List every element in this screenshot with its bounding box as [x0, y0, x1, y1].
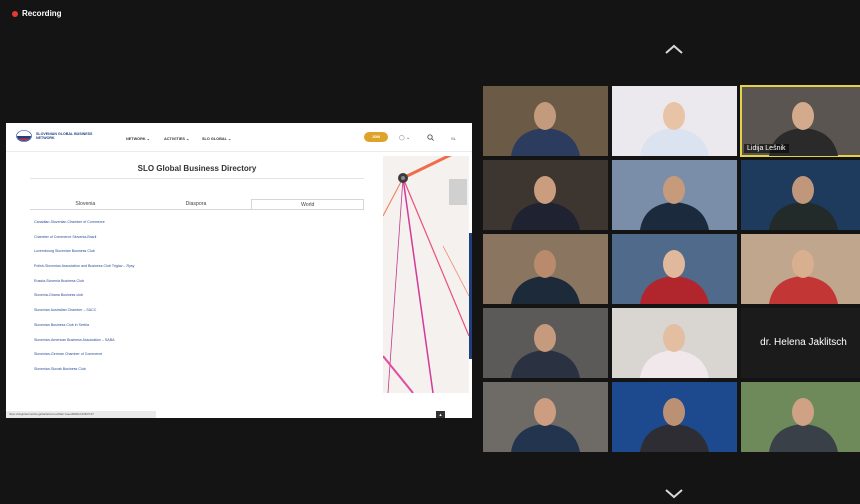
participant-video: [511, 324, 580, 378]
chevron-down-icon[interactable]: [664, 487, 684, 499]
participant-video: [769, 250, 838, 304]
participant-name: Lidija Lešnik: [744, 144, 789, 153]
participant-tile[interactable]: [612, 160, 737, 230]
directory-link[interactable]: Chamber of Commerce Slovenia-Brazil: [34, 235, 354, 250]
tab-diaspora[interactable]: Diaspora: [141, 199, 252, 209]
recording-indicator: Recording: [12, 9, 62, 18]
nav-activities[interactable]: ACTIVITIES ⌄: [164, 136, 189, 141]
site-logo-text[interactable]: SLOVENIAN GLOBAL BUSINESS NETWORK: [36, 132, 96, 140]
participant-tile[interactable]: [741, 234, 860, 304]
participant-video: [640, 324, 709, 378]
participant-video: [640, 398, 709, 452]
search-icon[interactable]: [427, 134, 434, 141]
participant-tile[interactable]: [612, 234, 737, 304]
participant-tile[interactable]: [483, 86, 608, 156]
region-tabs: Slovenia Diaspora World: [30, 199, 365, 210]
chevron-up-icon[interactable]: [664, 43, 684, 55]
participant-tile[interactable]: [612, 382, 737, 452]
participant-tile[interactable]: [483, 160, 608, 230]
participant-tile[interactable]: [483, 382, 608, 452]
website-navbar: SLOVENIAN GLOBAL BUSINESS NETWORK NETWOR…: [6, 123, 472, 152]
zoom-meeting-window: Recording SLOVENIAN GLOBAL BUSINESS NETW…: [0, 0, 860, 504]
scroll-to-top-button[interactable]: ▲: [436, 411, 445, 418]
participant-name: dr. Helena Jaklitsch: [760, 337, 847, 348]
user-menu[interactable]: ◯ ⌄: [399, 135, 410, 141]
participant-video: [640, 176, 709, 230]
directory-link[interactable]: Luxembourg Slovenian Business Club: [34, 249, 354, 264]
directory-link[interactable]: Slovenian-Slovak Business Club: [34, 367, 354, 382]
participant-tile[interactable]: [741, 160, 860, 230]
directory-link[interactable]: Russia-Slovenia Business Club: [34, 279, 354, 294]
language-switch[interactable]: SL: [451, 136, 456, 141]
nav-slo-global[interactable]: SLO GLOBAL ⌄: [202, 136, 231, 141]
participant-video: [640, 250, 709, 304]
status-url: https://sloglobal.net/slo-global/about-u…: [6, 411, 156, 418]
join-button[interactable]: JOIN: [364, 132, 388, 142]
shared-screen: SLOVENIAN GLOBAL BUSINESS NETWORK NETWOR…: [6, 123, 472, 418]
page-title: SLO Global Business Directory: [137, 164, 257, 173]
participant-tile[interactable]: Lidija Lešnik: [740, 85, 860, 157]
participant-video: [511, 250, 580, 304]
slovenia-logo-icon: [16, 130, 32, 142]
participant-tile[interactable]: [612, 86, 737, 156]
participant-video: [511, 398, 580, 452]
directory-link[interactable]: Canadian-Slovenian Chamber of Commerce: [34, 220, 354, 235]
slider-arrow-button[interactable]: [449, 179, 467, 205]
tab-world[interactable]: World: [251, 199, 365, 209]
participant-tile[interactable]: dr. Helena Jaklitsch: [741, 308, 860, 378]
directory-link[interactable]: Slovenian-German Chamber of Commerce: [34, 352, 354, 367]
participant-video: [769, 398, 838, 452]
participant-video: [769, 176, 838, 230]
participant-tile[interactable]: [483, 308, 608, 378]
participant-tile[interactable]: [612, 308, 737, 378]
directory-link[interactable]: Slovenia-Ghana Business club: [34, 293, 354, 308]
recording-label: Recording: [22, 9, 62, 18]
participant-tile[interactable]: [483, 234, 608, 304]
recording-dot-icon: [12, 10, 18, 17]
participant-video: [640, 102, 709, 156]
directory-link[interactable]: Slovenian Business Club in Serbia: [34, 323, 354, 338]
participant-video: [511, 102, 580, 156]
directory-link[interactable]: Slovenian-American Business Association …: [34, 338, 354, 353]
participant-tile[interactable]: [741, 382, 860, 452]
directory-link[interactable]: Slovenian Australian Chamber – SACC: [34, 308, 354, 323]
title-divider: [30, 178, 364, 179]
directory-list: Canadian-Slovenian Chamber of Commerce C…: [34, 220, 354, 382]
tab-slovenia[interactable]: Slovenia: [30, 199, 141, 209]
nav-network[interactable]: NETWORK ⌄: [126, 136, 150, 141]
participant-video: [511, 176, 580, 230]
directory-link[interactable]: Polish-Slovenian Association and Busines…: [34, 264, 354, 279]
scrollbar[interactable]: [469, 233, 472, 359]
